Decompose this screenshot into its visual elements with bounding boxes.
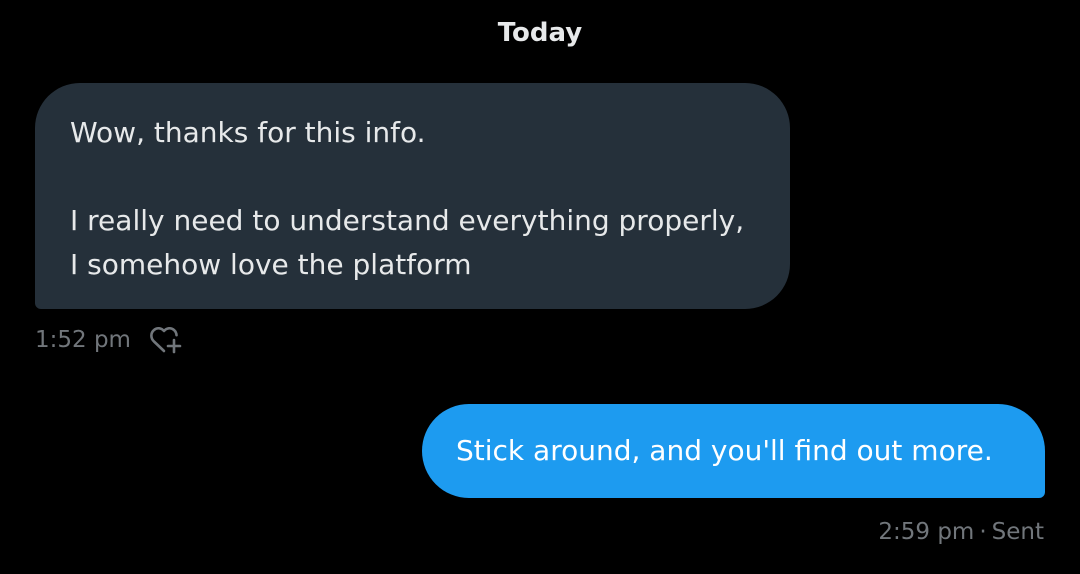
sent-message-meta: 2:59 pm · Sent [878,512,1044,552]
delivery-status: Sent [991,519,1044,545]
message-timestamp: 2:59 pm [878,519,975,545]
message-line: I really need to understand everything p… [70,204,745,237]
received-message-bubble[interactable]: Wow, thanks for this info. I really need… [35,83,790,309]
sent-message-bubble[interactable]: Stick around, and you'll find out more. [422,404,1045,498]
message-line: I somehow love the platform [70,248,472,281]
message-line: Wow, thanks for this info. [70,116,426,149]
heart-plus-icon [150,326,182,354]
conversation-view: Today Wow, thanks for this info. I reall… [0,0,1080,574]
message-timestamp: 1:52 pm [35,327,131,353]
add-reaction-button[interactable] [147,320,187,360]
received-message-meta: 1:52 pm [35,320,187,360]
meta-separator: · [979,519,987,545]
date-divider: Today [497,18,583,48]
